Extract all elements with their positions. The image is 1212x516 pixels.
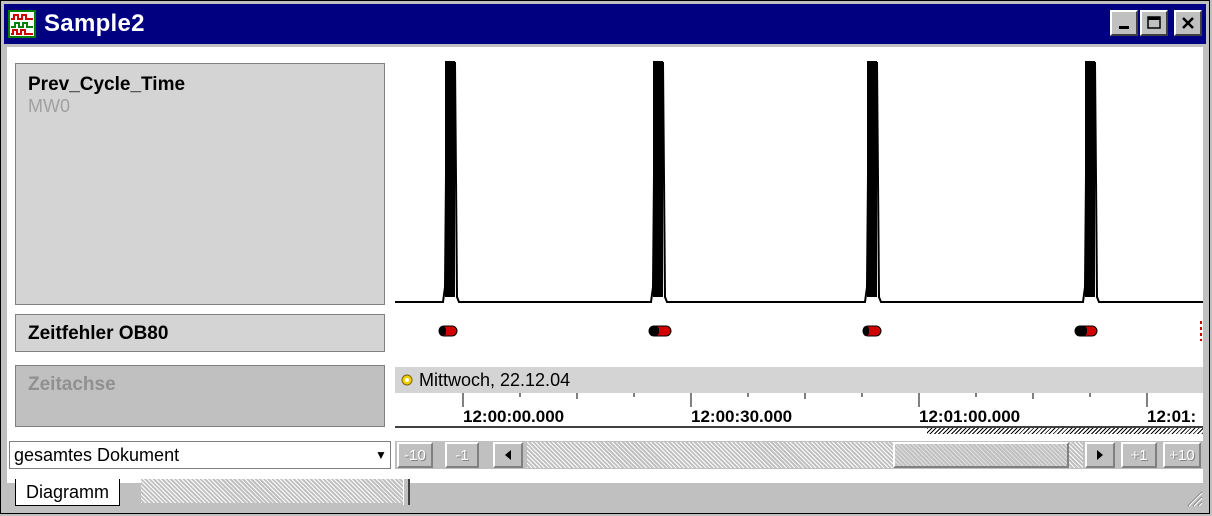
burst-2 — [653, 61, 663, 297]
trace-line — [395, 61, 1203, 303]
resize-grip-icon[interactable] — [1185, 489, 1203, 507]
right-arrow-icon — [1097, 450, 1103, 460]
tab-diagramm[interactable]: Diagramm — [15, 479, 121, 506]
tab-label: Diagramm — [26, 481, 110, 502]
signal-address: MW0 — [28, 96, 70, 116]
scroll-right-button[interactable] — [1085, 442, 1115, 468]
dropdown-arrow-icon[interactable]: ▼ — [372, 448, 390, 462]
tick-label: 12:00:00.000 — [463, 407, 565, 426]
tick-label: 12:00:30.000 — [691, 407, 793, 426]
jump-forward-10-button[interactable]: +10 — [1163, 442, 1201, 468]
event-marker[interactable] — [862, 325, 882, 337]
event-marker-row — [438, 321, 1202, 341]
time-axis: 12:00:00.000 12:00:30.000 12:01:00.000 1… — [395, 393, 1203, 434]
close-button[interactable] — [1174, 10, 1202, 36]
event-marker[interactable] — [1074, 325, 1098, 337]
maximize-button[interactable] — [1140, 10, 1168, 36]
time-scrollbar[interactable]: -10 -1 +1 +10 — [395, 441, 1203, 469]
timeline-date-bar: Mittwoch, 22.12.04 — [395, 367, 1203, 393]
close-icon — [1182, 17, 1194, 29]
tick-label: 12:01: — [1147, 407, 1197, 426]
window-title: Sample2 — [44, 10, 145, 37]
minimize-button[interactable] — [1110, 10, 1138, 36]
signal-panel-zeitachse[interactable]: Zeitachse — [15, 365, 385, 427]
event-marker[interactable] — [648, 325, 672, 337]
signal-trace-plot[interactable] — [395, 57, 1203, 317]
app-window: Sample2 Prev_Cycle_Time MW0 Zeitfehler O… — [0, 0, 1210, 514]
range-select-dropdown[interactable]: gesamtes Dokument ▼ — [9, 441, 391, 469]
signal-name: Zeitachse — [28, 374, 116, 395]
burst-1 — [445, 61, 455, 297]
burst-4 — [1085, 61, 1095, 297]
signal-panel-zeitfehler[interactable]: Zeitfehler OB80 — [15, 314, 385, 352]
event-marker[interactable] — [438, 325, 458, 337]
jump-forward-1-button[interactable]: +1 — [1121, 442, 1157, 468]
signal-panel-prev-cycle-time[interactable]: Prev_Cycle_Time MW0 — [15, 63, 385, 305]
signal-name: Prev_Cycle_Time — [28, 74, 186, 95]
sheet-tab-strip: Diagramm — [9, 479, 1205, 509]
sun-icon — [401, 374, 413, 386]
jump-back-1-button[interactable]: -1 — [445, 442, 479, 468]
minimize-icon — [1119, 26, 1129, 29]
tab-area-fill — [141, 479, 403, 503]
hatched-range-indicator — [927, 428, 1203, 434]
maximize-icon — [1147, 16, 1161, 29]
scroll-left-button[interactable] — [493, 442, 523, 468]
title-bar[interactable]: Sample2 — [4, 4, 1206, 44]
timeline-date: Mittwoch, 22.12.04 — [419, 369, 571, 390]
burst-3 — [867, 61, 877, 297]
signal-name: Zeitfehler OB80 — [28, 323, 169, 344]
range-select-value: gesamtes Dokument — [14, 444, 180, 465]
waveform-app-icon — [8, 10, 36, 38]
tab-splitter[interactable] — [403, 479, 410, 505]
tick-label: 12:01:00.000 — [919, 407, 1021, 426]
scroll-thumb[interactable] — [893, 442, 1069, 468]
jump-back-10-button[interactable]: -10 — [397, 442, 433, 468]
left-arrow-icon — [505, 450, 511, 460]
